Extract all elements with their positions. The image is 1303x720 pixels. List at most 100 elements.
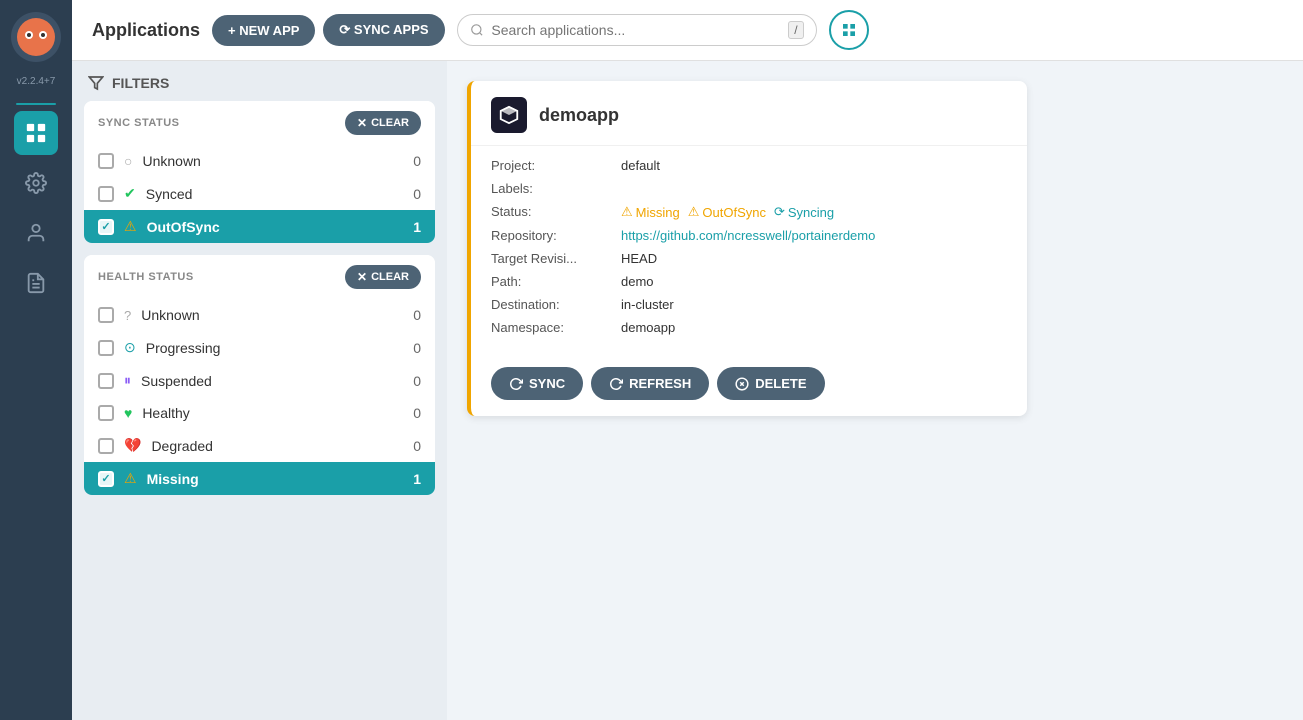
header-actions: + NEW APP ⟳ SYNC APPS — [212, 14, 445, 46]
sync-status-clear-button[interactable]: ✕ CLEAR — [345, 111, 421, 135]
apps-area: demoapp Project: default Labels: Status: — [447, 61, 1303, 720]
health-degraded-count: 0 — [413, 438, 421, 454]
missing-badge-icon: ⚠ — [621, 204, 633, 220]
logo — [11, 12, 61, 62]
sync-synced-label: Synced — [146, 186, 193, 202]
outofsync-icon: ⚠ — [124, 218, 137, 235]
sync-button[interactable]: SYNC — [491, 367, 583, 400]
labels-label: Labels: — [491, 181, 621, 196]
search-input[interactable] — [491, 22, 780, 38]
sidebar-item-docs[interactable] — [14, 261, 58, 305]
health-unknown-count: 0 — [413, 307, 421, 323]
health-progressing-checkbox[interactable] — [98, 340, 114, 356]
status-label: Status: — [491, 204, 621, 219]
health-healthy-label: Healthy — [142, 405, 189, 421]
path-label: Path: — [491, 274, 621, 289]
labels-row: Labels: — [491, 181, 1007, 196]
delete-button[interactable]: DELETE — [717, 367, 824, 400]
health-unknown-label: Unknown — [141, 307, 199, 323]
search-icon — [470, 22, 484, 38]
health-degraded-label: Degraded — [151, 438, 213, 454]
health-degraded-item[interactable]: 💔 Degraded 0 — [84, 429, 435, 462]
namespace-value: demoapp — [621, 320, 1007, 335]
sync-status-title: SYNC STATUS — [98, 117, 180, 129]
status-row: Status: ⚠ Missing ⚠ OutOfSync ⟳ — [491, 204, 1007, 220]
health-status-title: HEALTH STATUS — [98, 271, 194, 283]
sync-outofsync-checkbox[interactable] — [98, 219, 114, 235]
syncing-badge-icon: ⟳ — [774, 204, 785, 220]
new-app-button[interactable]: + NEW APP — [212, 15, 315, 46]
health-progressing-count: 0 — [413, 340, 421, 356]
sync-unknown-count: 0 — [413, 153, 421, 169]
main-content: Applications + NEW APP ⟳ SYNC APPS / FIL… — [72, 0, 1303, 720]
grid-icon — [841, 22, 857, 38]
health-status-clear-button[interactable]: ✕ CLEAR — [345, 265, 421, 289]
namespace-row: Namespace: demoapp — [491, 320, 1007, 335]
destination-label: Destination: — [491, 297, 621, 312]
health-degraded-checkbox[interactable] — [98, 438, 114, 454]
status-badges: ⚠ Missing ⚠ OutOfSync ⟳ Syncing — [621, 204, 1007, 220]
health-healthy-item[interactable]: ♥ Healthy 0 — [84, 397, 435, 429]
sync-unknown-label: Unknown — [142, 153, 200, 169]
page-title: Applications — [92, 20, 200, 41]
repository-value: https://github.com/ncresswell/portainerd… — [621, 228, 1007, 243]
health-missing-item[interactable]: ⚠ Missing 1 — [84, 462, 435, 495]
degraded-icon: 💔 — [124, 437, 141, 454]
sidebar-item-apps[interactable] — [14, 111, 58, 155]
health-unknown-checkbox[interactable] — [98, 307, 114, 323]
sync-apps-button[interactable]: ⟳ SYNC APPS — [323, 14, 444, 46]
sync-outofsync-label: OutOfSync — [147, 219, 220, 235]
health-suspended-count: 0 — [413, 373, 421, 389]
health-missing-checkbox[interactable] — [98, 471, 114, 487]
sync-synced-count: 0 — [413, 186, 421, 202]
sync-synced-item[interactable]: ✔ Synced 0 — [84, 177, 435, 210]
content-area: FILTERS SYNC STATUS ✕ CLEAR ○ Unknown — [72, 61, 1303, 720]
progressing-icon: ⊙ — [124, 339, 136, 356]
project-row: Project: default — [491, 158, 1007, 173]
syncing-badge: ⟳ Syncing — [774, 204, 834, 220]
repository-row: Repository: https://github.com/ncresswel… — [491, 228, 1007, 243]
health-missing-label: Missing — [147, 471, 199, 487]
sidebar: v2.2.4+7 — [0, 0, 72, 720]
namespace-label: Namespace: — [491, 320, 621, 335]
unknown-sync-icon: ○ — [124, 153, 132, 169]
health-progressing-item[interactable]: ⊙ Progressing 0 — [84, 331, 435, 364]
sync-outofsync-item[interactable]: ⚠ OutOfSync 1 — [84, 210, 435, 243]
sync-status-header: SYNC STATUS ✕ CLEAR — [84, 101, 435, 145]
app-details: Project: default Labels: Status: ⚠ Missi… — [471, 146, 1027, 355]
sync-unknown-checkbox[interactable] — [98, 153, 114, 169]
destination-value: in-cluster — [621, 297, 1007, 312]
app-name: demoapp — [539, 105, 619, 126]
sidebar-item-settings[interactable] — [14, 161, 58, 205]
health-missing-count: 1 — [413, 471, 421, 487]
filter-icon — [88, 75, 104, 91]
repository-link[interactable]: https://github.com/ncresswell/portainerd… — [621, 228, 875, 243]
outofsync-badge-icon: ⚠ — [688, 204, 700, 220]
path-row: Path: demo — [491, 274, 1007, 289]
app-card-actions: SYNC REFRESH DELETE — [471, 355, 1027, 416]
health-suspended-label: Suspended — [141, 373, 212, 389]
sidebar-active-indicator — [16, 103, 56, 105]
health-suspended-checkbox[interactable] — [98, 373, 114, 389]
sync-unknown-item[interactable]: ○ Unknown 0 — [84, 145, 435, 177]
health-unknown-item[interactable]: ? Unknown 0 — [84, 299, 435, 331]
health-status-header: HEALTH STATUS ✕ CLEAR — [84, 255, 435, 299]
sidebar-nav — [0, 103, 72, 305]
repository-label: Repository: — [491, 228, 621, 243]
sync-outofsync-count: 1 — [413, 219, 421, 235]
project-value: default — [621, 158, 1007, 173]
healthy-icon: ♥ — [124, 405, 132, 421]
target-revision-value: HEAD — [621, 251, 1007, 266]
health-healthy-checkbox[interactable] — [98, 405, 114, 421]
sidebar-item-user[interactable] — [14, 211, 58, 255]
filters-panel: FILTERS SYNC STATUS ✕ CLEAR ○ Unknown — [72, 61, 447, 720]
kbd-slash: / — [788, 21, 803, 39]
grid-view-button[interactable] — [829, 10, 869, 50]
path-value: demo — [621, 274, 1007, 289]
project-label: Project: — [491, 158, 621, 173]
health-healthy-count: 0 — [413, 405, 421, 421]
refresh-button[interactable]: REFRESH — [591, 367, 709, 400]
health-suspended-item[interactable]: ⏸ Suspended 0 — [84, 364, 435, 397]
sync-synced-checkbox[interactable] — [98, 186, 114, 202]
header: Applications + NEW APP ⟳ SYNC APPS / — [72, 0, 1303, 61]
